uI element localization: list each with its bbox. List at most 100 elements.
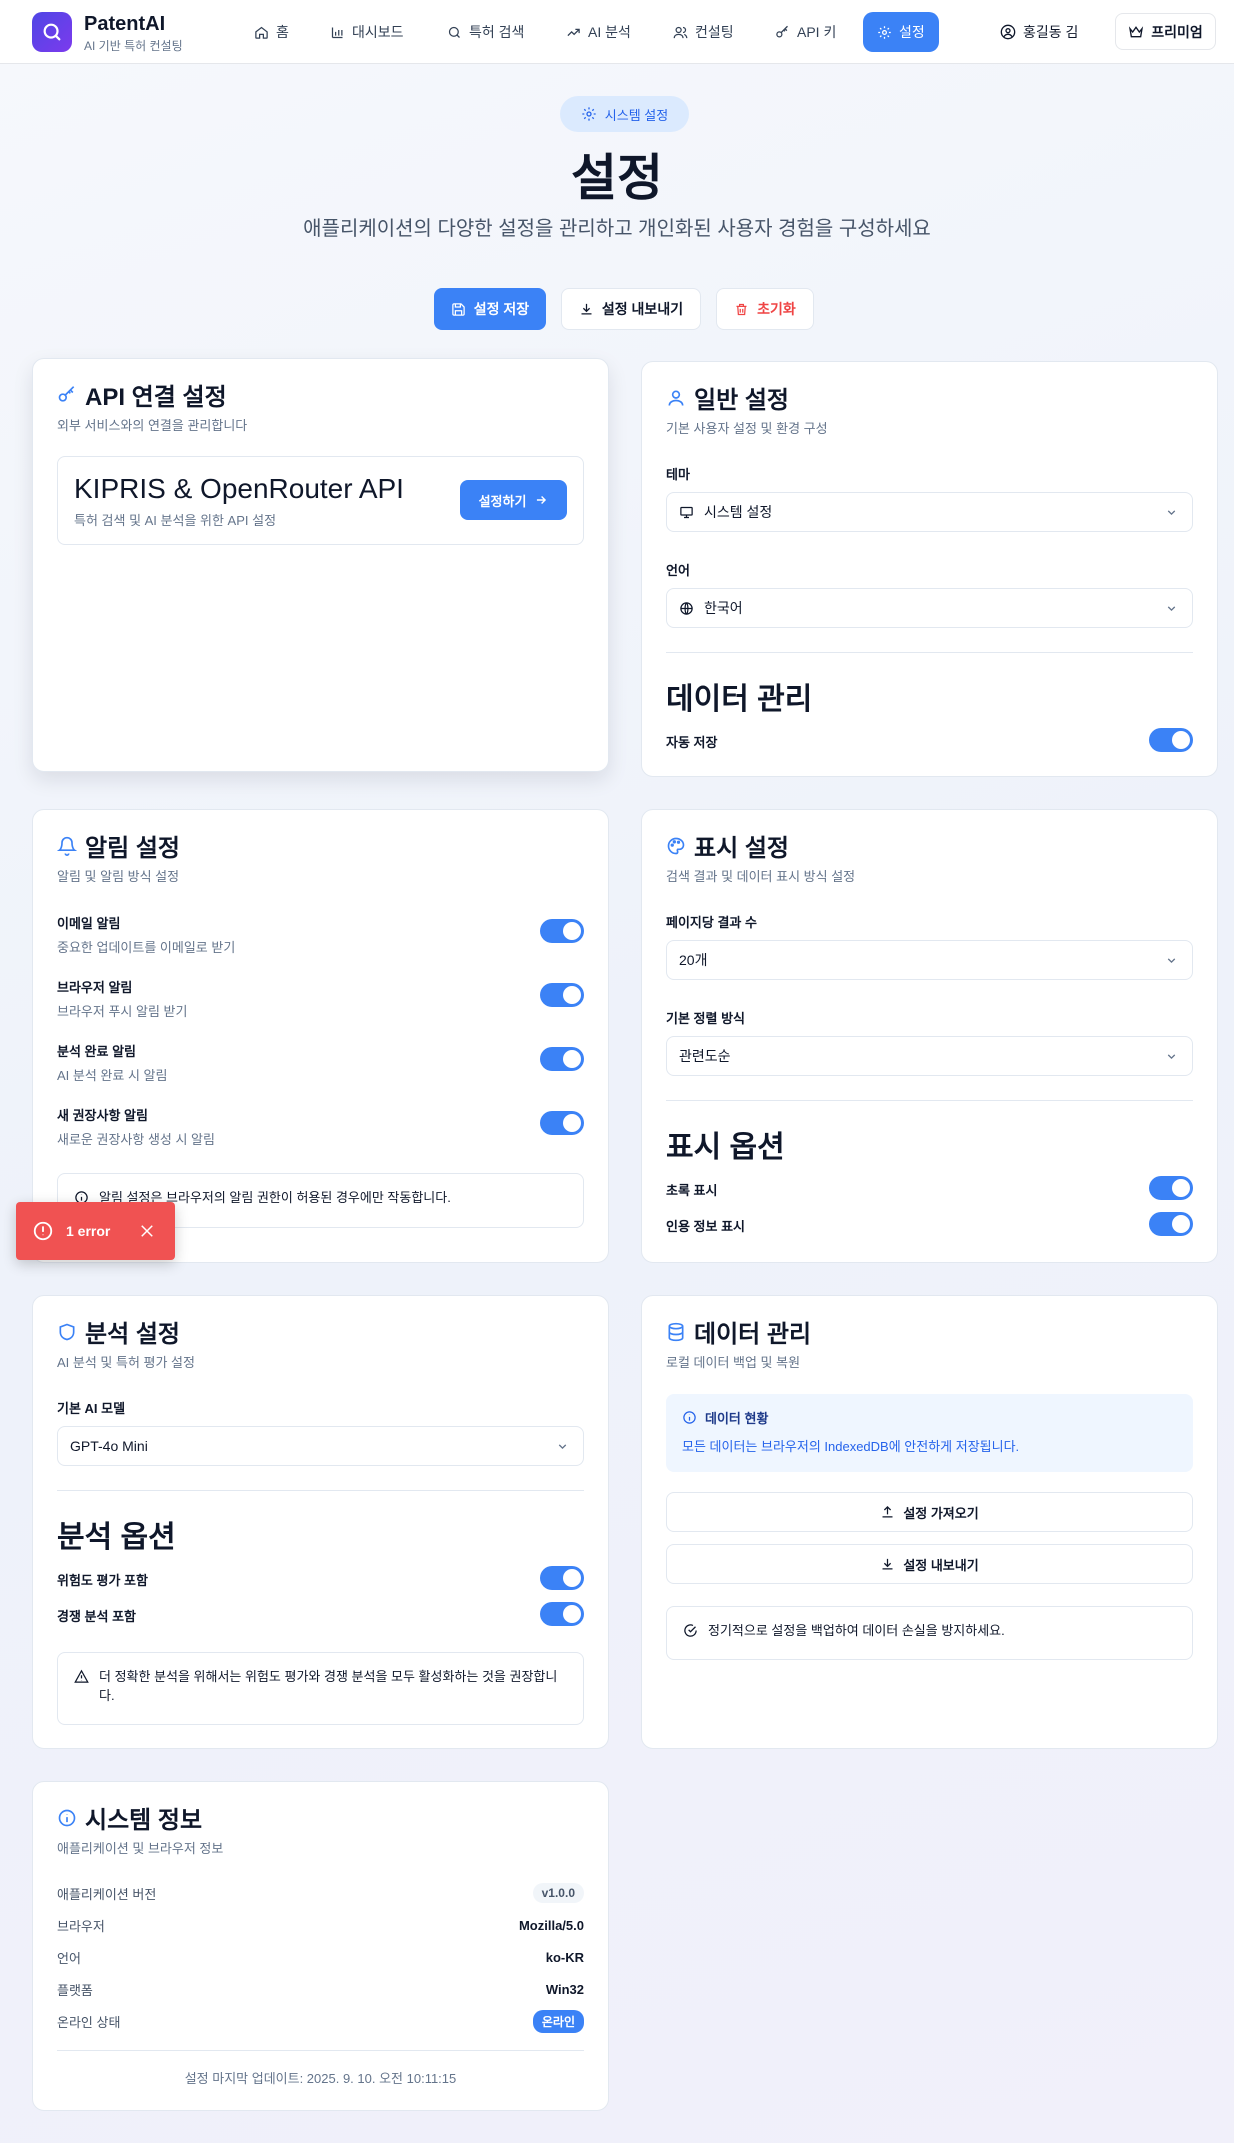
- recommend-notif-toggle[interactable]: [540, 1111, 584, 1135]
- divider: [666, 1100, 1193, 1101]
- autosave-label: 자동 저장: [666, 735, 718, 750]
- model-label: 기본 AI 모델: [57, 1401, 126, 1416]
- nav-settings-label: 설정: [899, 24, 925, 40]
- data-status-box: 데이터 현황 모든 데이터는 브라우저의 IndexedDB에 안전하게 저장됩…: [666, 1394, 1193, 1472]
- home-icon: [255, 26, 268, 39]
- info-icon: [683, 1411, 696, 1424]
- download-icon: [581, 303, 592, 314]
- competition-toggle[interactable]: [540, 1602, 584, 1626]
- analysis-notif-label: 분석 완료 알림: [57, 1044, 136, 1059]
- theme-select[interactable]: 시스템 설정: [666, 492, 1193, 532]
- autosave-toggle[interactable]: [1149, 728, 1193, 752]
- api-setup-label: 설정하기: [478, 493, 527, 509]
- browser-notif-toggle[interactable]: [540, 983, 584, 1007]
- api-setup-button[interactable]: 설정하기: [460, 480, 567, 520]
- page-size-select[interactable]: 20개: [666, 940, 1193, 980]
- users-icon: [673, 26, 688, 38]
- notification-card-title: 알림 설정: [57, 828, 180, 863]
- brand-subtitle: AI 기반 특허 컨설팅: [84, 39, 183, 53]
- competition-label: 경쟁 분석 포함: [57, 1609, 136, 1624]
- divider: [57, 1490, 584, 1491]
- import-settings-button[interactable]: 설정 가져오기: [666, 1492, 1193, 1532]
- abstract-toggle[interactable]: [1149, 1176, 1193, 1200]
- premium-button[interactable]: 프리미엄: [1115, 13, 1216, 50]
- api-box-desc: 특허 검색 및 AI 분석을 위한 API 설정: [74, 513, 277, 528]
- api-card-desc: 외부 서비스와의 연결을 관리합니다: [57, 418, 248, 433]
- platform-value: Win32: [545, 1981, 584, 1997]
- display-options-heading: 표시 옵션: [666, 1131, 785, 1164]
- nav-ai-analysis[interactable]: AI 분석: [552, 12, 645, 52]
- page-size-label: 페이지당 결과 수: [666, 915, 757, 930]
- analysis-note-text: 더 정확한 분석을 위해서는 위험도 평가와 경쟁 분석을 모두 활성화하는 것…: [99, 1669, 558, 1703]
- display-settings-card: 표시 설정 검색 결과 및 데이터 표시 방식 설정 페이지당 결과 수 20개…: [641, 809, 1218, 1263]
- save-settings-button[interactable]: 설정 저장: [434, 288, 546, 330]
- alert-circle-icon: [33, 1221, 53, 1241]
- theme-label: 테마: [666, 467, 690, 482]
- error-toast[interactable]: 1 error: [16, 1202, 175, 1260]
- language-key: 언어: [57, 1950, 81, 1966]
- notification-settings-card: 알림 설정 알림 및 알림 방식 설정 이메일 알림 중요한 업데이트를 이메일…: [32, 809, 609, 1263]
- premium-label: 프리미엄: [1151, 23, 1203, 40]
- browser-notif-sub: 브라우저 푸시 알림 받기: [57, 1004, 188, 1019]
- top-navbar: PatentAI AI 기반 특허 컨설팅 홈 대시보드 특허 검색 AI 분석…: [0, 0, 1234, 64]
- analysis-notif-sub: AI 분석 완료 시 알림: [57, 1068, 168, 1083]
- logo-icon[interactable]: [32, 12, 72, 52]
- globe-icon: [680, 601, 693, 615]
- nav-patent-search[interactable]: 특허 검색: [433, 12, 538, 52]
- bell-icon: [57, 836, 77, 856]
- display-card-desc: 검색 결과 및 데이터 표시 방식 설정: [666, 869, 856, 884]
- online-key: 온라인 상태: [57, 2014, 121, 2030]
- chevron-down-icon: [1167, 606, 1176, 612]
- model-select[interactable]: GPT-4o Mini: [57, 1426, 584, 1466]
- close-icon[interactable]: [138, 1222, 156, 1240]
- user-name: 홍길동 김: [1023, 24, 1079, 40]
- last-updated-text: 설정 마지막 업데이트: 2025. 9. 10. 오전 10:11:15: [184, 2071, 457, 2086]
- risk-toggle[interactable]: [540, 1566, 584, 1590]
- online-badge: 온라인: [532, 2009, 584, 2033]
- export-settings-label: 설정 내보내기: [601, 301, 684, 317]
- analysis-card-desc: AI 분석 및 특허 평가 설정: [57, 1355, 195, 1370]
- nav-api-key[interactable]: API 키: [761, 12, 850, 52]
- api-card-title: API 연결 설정: [57, 377, 227, 412]
- recommend-notif-sub: 새로운 권장사항 생성 시 알림: [57, 1132, 215, 1147]
- chevron-down-icon: [1167, 958, 1176, 964]
- crown-icon: [1129, 25, 1144, 37]
- nav-home[interactable]: 홈: [240, 12, 303, 52]
- sort-select[interactable]: 관련도순: [666, 1036, 1193, 1076]
- warning-icon: [74, 1669, 89, 1683]
- citation-toggle[interactable]: [1149, 1212, 1193, 1236]
- version-badge: v1.0.0: [532, 1883, 584, 1903]
- export-settings-button[interactable]: 설정 내보내기: [561, 288, 701, 330]
- trash-icon: [736, 303, 747, 315]
- data-status-title: 데이터 현황: [682, 1408, 768, 1427]
- general-card-title: 일반 설정: [666, 380, 789, 415]
- analysis-notif-toggle[interactable]: [540, 1047, 584, 1071]
- user-menu[interactable]: 홍길동 김: [1000, 12, 1078, 52]
- general-title-text: 일반 설정: [694, 387, 789, 414]
- system-card-desc: 애플리케이션 및 브라우저 정보: [57, 1841, 224, 1856]
- nav-consulting-label: 컨설팅: [695, 24, 734, 40]
- language-select[interactable]: 한국어: [666, 588, 1193, 628]
- browser-key: 브라우저: [57, 1918, 105, 1934]
- email-notif-sub: 중요한 업데이트를 이메일로 받기: [57, 940, 236, 955]
- analysis-options-heading: 분석 옵션: [57, 1521, 176, 1554]
- info-row-version: 애플리케이션 버전 v1.0.0: [57, 1883, 584, 1903]
- export-data-button[interactable]: 설정 내보내기: [666, 1544, 1193, 1584]
- nav-consulting[interactable]: 컨설팅: [659, 12, 748, 52]
- notification-card-desc: 알림 및 알림 방식 설정: [57, 869, 180, 884]
- info-row-online: 온라인 상태 온라인: [57, 2009, 584, 2033]
- sort-label: 기본 정렬 방식: [666, 1011, 745, 1026]
- email-notif-toggle[interactable]: [540, 919, 584, 943]
- sort-value: 관련도순: [679, 1048, 731, 1064]
- api-box-title: KIPRIS & OpenRouter API: [74, 473, 404, 504]
- data-card-title: 데이터 관리: [666, 1314, 811, 1349]
- data-title-text: 데이터 관리: [694, 1321, 812, 1348]
- language-label: 언어: [666, 563, 690, 578]
- upload-icon: [882, 1505, 893, 1517]
- reset-button[interactable]: 초기화: [716, 288, 814, 330]
- general-card-desc: 기본 사용자 설정 및 환경 구성: [666, 421, 828, 436]
- save-settings-label: 설정 저장: [473, 301, 530, 317]
- brand-name[interactable]: PatentAI: [84, 13, 165, 36]
- nav-dashboard[interactable]: 대시보드: [316, 12, 418, 52]
- nav-settings[interactable]: 설정: [863, 12, 939, 52]
